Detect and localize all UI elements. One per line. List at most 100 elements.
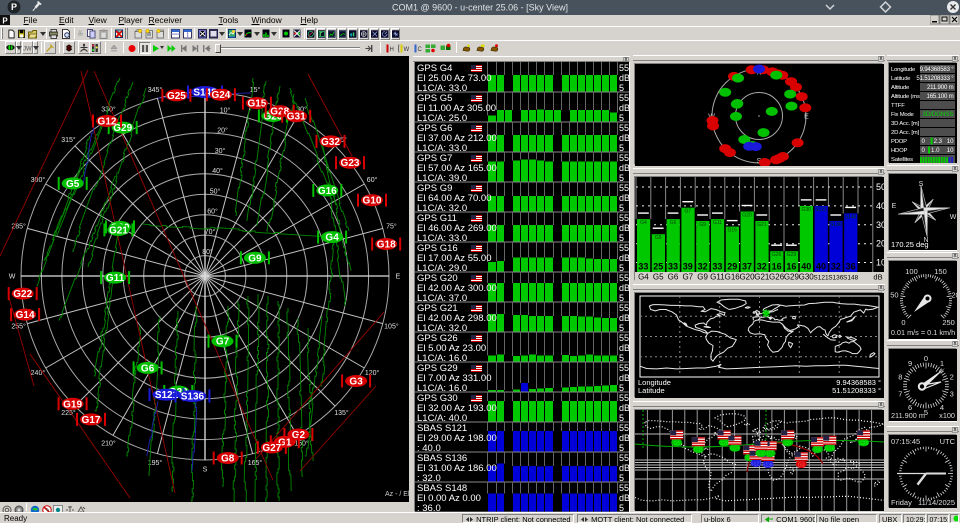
- svg-text:3D/DGNSS: 3D/DGNSS: [922, 111, 953, 118]
- svg-text:PDOP: PDOP: [891, 139, 907, 145]
- svg-text:S136: S136: [830, 222, 842, 228]
- svg-text:55: 55: [619, 153, 629, 163]
- svg-text:20°: 20°: [217, 127, 228, 135]
- svg-text:10: 10: [876, 258, 884, 268]
- svg-text:5: 5: [619, 473, 624, 483]
- svg-text:Latitude: Latitude: [891, 76, 911, 82]
- svg-text:2: 2: [950, 373, 954, 382]
- svg-text:G7: G7: [216, 337, 230, 348]
- svg-text:W: W: [403, 47, 409, 53]
- svg-text:51.51208333 °: 51.51208333 °: [832, 386, 881, 395]
- svg-text:G29: G29: [787, 252, 797, 258]
- svg-text:G30: G30: [756, 452, 766, 458]
- svg-text:165.100 m: 165.100 m: [927, 93, 954, 100]
- svg-text:C: C: [417, 47, 422, 53]
- svg-text:7: 7: [898, 389, 902, 398]
- svg-text:S: S: [203, 467, 208, 474]
- svg-text:dB: dB: [619, 313, 629, 323]
- svg-text:G20: G20: [719, 441, 729, 447]
- svg-text:5: 5: [619, 203, 624, 213]
- svg-text:S121: S121: [815, 207, 827, 213]
- svg-text:dB: dB: [619, 403, 629, 413]
- svg-text:G7: G7: [682, 273, 693, 282]
- svg-text:120°: 120°: [365, 369, 380, 377]
- svg-text:G17: G17: [82, 415, 101, 426]
- svg-text:170.25 deg: 170.25 deg: [891, 240, 929, 249]
- svg-text:Satellites: Satellites: [891, 157, 913, 163]
- svg-text:S136: S136: [828, 275, 844, 282]
- svg-text:5: 5: [619, 263, 624, 273]
- svg-text:105°: 105°: [384, 323, 399, 331]
- svg-text:G3: G3: [798, 463, 805, 469]
- svg-text:dB: dB: [619, 103, 629, 113]
- svg-text:211.900 m: 211.900 m: [891, 411, 925, 420]
- svg-text:dB: dB: [619, 223, 629, 233]
- svg-text:5: 5: [619, 443, 624, 453]
- svg-text:G21: G21: [109, 225, 128, 236]
- svg-text:G26: G26: [769, 273, 785, 282]
- svg-text:G16: G16: [725, 273, 741, 282]
- svg-text:dB: dB: [619, 463, 629, 473]
- svg-text:39: 39: [683, 262, 693, 272]
- svg-text:9.94368583 °: 9.94368583 °: [920, 66, 955, 73]
- svg-text:dB: dB: [619, 253, 629, 263]
- svg-text:G29: G29: [784, 273, 800, 282]
- svg-text:E: E: [396, 274, 401, 281]
- svg-text:G4: G4: [814, 448, 821, 454]
- svg-text:55: 55: [619, 183, 629, 193]
- svg-text:15°: 15°: [250, 86, 261, 94]
- svg-text:300°: 300°: [31, 176, 46, 184]
- svg-text:P: P: [2, 17, 8, 26]
- svg-text:32: 32: [831, 262, 841, 272]
- svg-text:G20: G20: [739, 273, 755, 282]
- svg-text:dB: dB: [619, 343, 629, 353]
- svg-text:S121: S121: [813, 275, 829, 282]
- svg-text:32: 32: [698, 262, 708, 272]
- svg-text:G30: G30: [799, 273, 815, 282]
- svg-text:JW: JW: [23, 46, 32, 52]
- svg-text:TTFF: TTFF: [891, 103, 905, 109]
- svg-text:51.51208333 °: 51.51208333 °: [916, 75, 954, 82]
- svg-text:G27: G27: [262, 443, 281, 454]
- svg-text:G23: G23: [341, 158, 360, 169]
- svg-text:G5: G5: [673, 441, 680, 447]
- svg-text:0: 0: [901, 318, 905, 327]
- svg-text:G31: G31: [287, 112, 306, 123]
- svg-text:G6: G6: [668, 273, 679, 282]
- svg-text:07:15:45: 07:15:45: [891, 437, 920, 446]
- svg-text:55: 55: [619, 123, 629, 133]
- svg-text:G19: G19: [63, 399, 82, 410]
- svg-text:33: 33: [712, 262, 722, 272]
- svg-text:dB: dB: [619, 163, 629, 173]
- svg-text:3D Acc. [m]: 3D Acc. [m]: [891, 121, 919, 127]
- svg-text:G21: G21: [754, 273, 770, 282]
- svg-text:55: 55: [619, 213, 629, 223]
- svg-text:5: 5: [619, 293, 624, 303]
- svg-text:G7: G7: [684, 209, 691, 215]
- svg-text:55: 55: [619, 483, 629, 493]
- svg-text:40°: 40°: [212, 167, 223, 175]
- svg-text:G4: G4: [325, 233, 339, 244]
- svg-text:5: 5: [619, 143, 624, 153]
- svg-text:60°: 60°: [207, 208, 218, 216]
- svg-text:25: 25: [653, 262, 663, 272]
- svg-text:5: 5: [619, 413, 624, 423]
- svg-text:G15: G15: [247, 99, 266, 110]
- svg-text:dB: dB: [619, 133, 629, 143]
- svg-text:Az - / El -: Az - / El -: [385, 491, 409, 498]
- svg-text:G9: G9: [699, 222, 706, 228]
- svg-text:150: 150: [934, 267, 947, 276]
- svg-text:H: H: [390, 47, 394, 53]
- svg-text:36: 36: [846, 262, 856, 272]
- svg-text:40: 40: [876, 201, 884, 211]
- svg-text:dB: dB: [619, 493, 629, 503]
- svg-text:0: 0: [924, 354, 928, 363]
- svg-text:10: 10: [947, 147, 954, 154]
- svg-text:dB: dB: [619, 283, 629, 293]
- svg-text:345°: 345°: [148, 86, 163, 94]
- svg-text:5: 5: [619, 383, 624, 393]
- svg-text:2.3: 2.3: [934, 138, 943, 145]
- svg-text:135°: 135°: [334, 409, 349, 417]
- svg-text:11/14/2025: 11/14/2025: [918, 498, 955, 507]
- svg-text:G16: G16: [825, 446, 835, 452]
